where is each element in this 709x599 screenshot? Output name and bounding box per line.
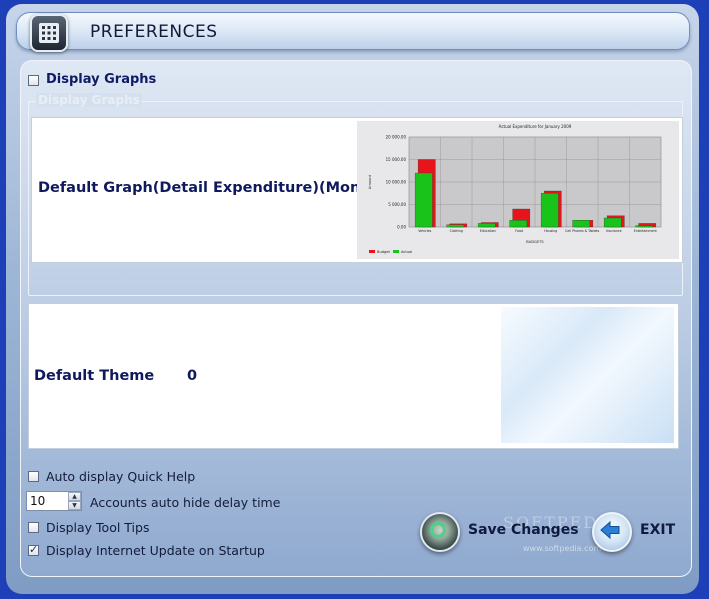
display-graphs-label[interactable]: Display Graphs <box>46 72 156 87</box>
app-grid-icon <box>30 14 68 52</box>
x-tick-label: Clothing <box>450 229 463 233</box>
legend-swatch <box>369 250 375 253</box>
hide-delay-stepper[interactable]: ▲ ▼ <box>68 492 81 510</box>
chart-title: Actual Expenditure for January 2009 <box>499 124 572 129</box>
internet-update-label[interactable]: Display Internet Update on Startup <box>46 543 265 558</box>
tooltips-label[interactable]: Display Tool Tips <box>46 520 149 535</box>
graph-preview: Actual Expenditure for January 2009 20 00… <box>357 121 679 259</box>
exit-button[interactable]: EXIT <box>640 522 675 538</box>
x-tick-label: Education <box>480 229 496 233</box>
y-axis-label: Amount <box>368 174 372 189</box>
x-tick-label: Insurance <box>606 229 622 233</box>
y-tick-label: 20 000.00 <box>386 135 407 140</box>
theme-preview <box>501 307 674 443</box>
watermark-url: www.softpedia.com <box>523 544 602 553</box>
bar-actual <box>509 220 528 228</box>
back-arrow-icon[interactable] <box>592 512 632 552</box>
stepper-up-icon[interactable]: ▲ <box>68 492 81 501</box>
auto-help-checkbox[interactable] <box>28 471 39 482</box>
bar-actual <box>635 225 654 228</box>
default-theme-label: Default Theme <box>34 368 155 384</box>
save-changes-button[interactable]: Save Changes <box>468 522 579 538</box>
x-tick-label: Vehicles <box>418 229 431 233</box>
graphs-group-title: Display Graphs <box>36 93 142 107</box>
bar-actual <box>603 217 622 228</box>
save-icon[interactable] <box>420 512 460 552</box>
y-tick-label: 15 000.00 <box>386 157 407 162</box>
x-tick-label: Housing <box>544 229 557 233</box>
tooltips-checkbox[interactable] <box>28 522 39 533</box>
bar-actual <box>572 220 591 228</box>
bar-actual <box>477 223 496 228</box>
x-tick-label: Food <box>515 229 523 233</box>
bar-actual <box>540 193 559 228</box>
checkmark-icon: ✓ <box>29 543 39 556</box>
page-title: PREFERENCES <box>90 22 218 42</box>
internet-update-checkbox[interactable]: ✓ <box>28 543 39 556</box>
auto-help-label[interactable]: Auto display Quick Help <box>46 469 195 484</box>
expenditure-chart: Actual Expenditure for January 2009 20 00… <box>368 124 662 254</box>
hide-delay-label: Accounts auto hide delay time <box>90 495 281 510</box>
legend-swatch <box>393 250 399 253</box>
x-tick-label: Cell Phones & Tablets <box>565 229 600 233</box>
stepper-down-icon[interactable]: ▼ <box>68 501 81 510</box>
legend-label: Budget <box>377 250 391 254</box>
x-axis-label: BUDGETS <box>526 240 544 244</box>
default-graph-label: Default Graph(Detail Expenditure)(Month) <box>38 180 385 196</box>
default-theme-value: 0 <box>187 368 198 384</box>
y-tick-label: 5 000.00 <box>388 202 406 207</box>
bar-actual <box>446 224 465 228</box>
display-graphs-checkbox[interactable] <box>28 75 39 86</box>
y-tick-label: 0.00 <box>397 225 406 230</box>
x-tick-label: Entertainment <box>634 229 658 233</box>
y-tick-label: 10 000.00 <box>386 180 407 185</box>
legend-label: Actual <box>401 250 412 254</box>
bar-actual <box>414 172 433 228</box>
